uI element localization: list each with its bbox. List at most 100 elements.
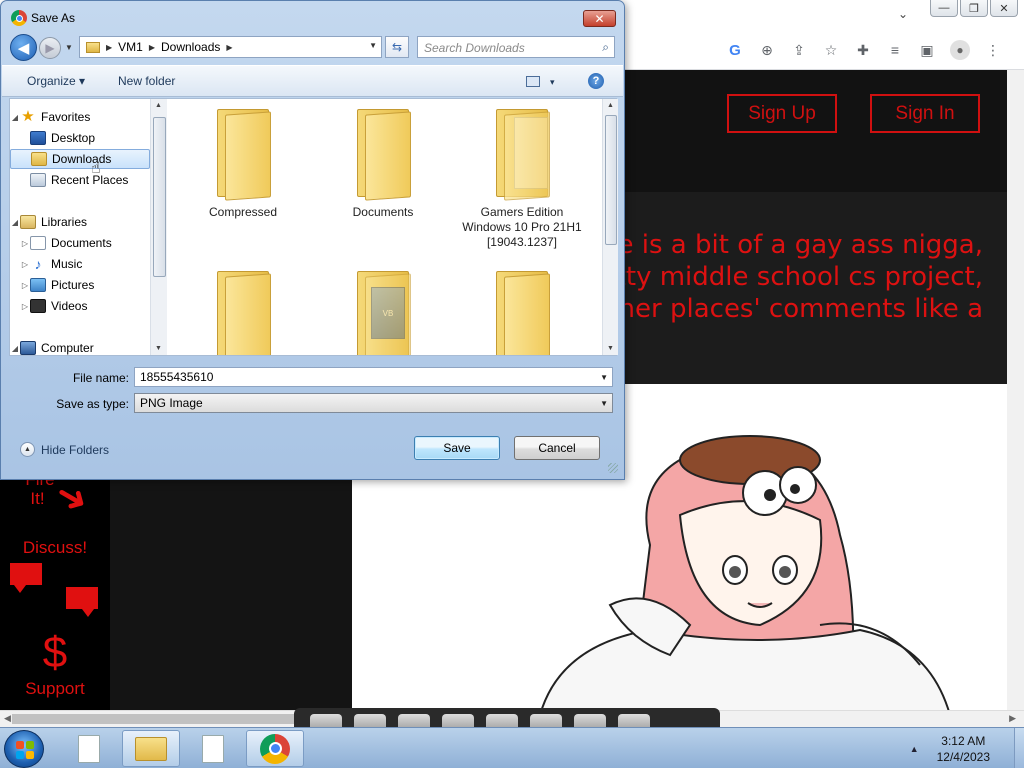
libraries-icon (20, 215, 36, 229)
restore-button[interactable]: ❐ (960, 0, 988, 17)
desktop-icon (30, 131, 46, 145)
nav-documents[interactable]: ▷ Documents (10, 233, 150, 253)
dialog-title: Save As (31, 11, 76, 25)
breadcrumb-separator-icon[interactable]: ▶ (106, 43, 112, 52)
address-dropdown-icon[interactable]: ▼ (369, 41, 377, 50)
extensions-icon[interactable]: ✚ (854, 41, 872, 59)
dialog-close-button[interactable]: ✕ (583, 10, 616, 27)
tray-expand-icon[interactable]: ▲ (910, 744, 919, 754)
save-button[interactable]: Save (414, 436, 500, 460)
folder-view-scrollbar[interactable]: ▲ ▼ (602, 99, 618, 355)
windows-logo-icon (16, 741, 34, 759)
organize-menu[interactable]: Organize ▾ (27, 74, 85, 88)
folder-item[interactable]: VB (318, 269, 448, 355)
show-desktop-button[interactable] (1014, 728, 1024, 768)
refresh-button[interactable]: ⇆ (385, 36, 409, 58)
nav-favorites[interactable]: ◢ ★ Favorites (10, 107, 150, 127)
back-arrow-icon[interactable]: ◀ (10, 34, 37, 61)
folder-item[interactable]: Gamers Edition Windows 10 Pro 21H1 [1904… (457, 107, 587, 250)
scroll-left-icon[interactable]: ◀ (4, 713, 11, 724)
scroll-up-icon[interactable]: ▲ (607, 102, 614, 109)
start-button[interactable] (4, 730, 44, 768)
discuss-label[interactable]: Discuss! (0, 538, 110, 558)
save-type-select[interactable]: PNG Image ▼ (134, 393, 613, 413)
breadcrumb-separator-icon[interactable]: ▶ (226, 43, 232, 52)
save-type-value: PNG Image (140, 396, 203, 410)
expand-icon[interactable]: ▷ (20, 281, 30, 290)
folder-item[interactable]: Compressed (178, 107, 308, 220)
expand-icon[interactable]: ▷ (20, 302, 30, 311)
search-input[interactable]: Search Downloads ⌕ (417, 36, 615, 58)
bookmark-star-icon[interactable]: ☆ (822, 41, 840, 59)
view-options-icon[interactable] (526, 76, 540, 87)
share-icon[interactable]: ⇪ (790, 41, 808, 59)
nav-music[interactable]: ▷ ♪ Music (10, 254, 150, 274)
taskbar-explorer[interactable] (122, 730, 180, 767)
view-dropdown-icon[interactable]: ▾ (550, 77, 555, 88)
command-bar: Organize ▾ New folder ▾ ? (2, 65, 623, 97)
menu-icon[interactable]: ⋮ (984, 41, 1002, 59)
zoom-icon[interactable]: ⊕ (758, 41, 776, 59)
breadcrumb-item[interactable]: VM1 (118, 40, 143, 54)
address-bar[interactable]: ▶ VM1 ▶ Downloads ▶ ▼ (79, 36, 382, 58)
new-folder-button[interactable]: New folder (118, 74, 175, 88)
scroll-up-icon[interactable]: ▲ (155, 102, 162, 109)
chat-bubble-icon (10, 563, 42, 593)
folder-item[interactable] (457, 269, 587, 355)
help-icon[interactable]: ? (588, 73, 604, 89)
nav-label: Downloads (52, 152, 112, 166)
expand-icon[interactable]: ▷ (20, 239, 30, 248)
collapse-icon[interactable]: ◢ (10, 344, 20, 353)
sidepanel-icon[interactable]: ▣ (918, 41, 936, 59)
cancel-button[interactable]: Cancel (514, 436, 600, 460)
google-icon[interactable]: G (726, 41, 744, 59)
scroll-thumb[interactable] (605, 115, 617, 245)
nav-pictures[interactable]: ▷ Pictures (10, 275, 150, 295)
forward-arrow-icon[interactable]: ▶ (39, 37, 61, 59)
file-name-input[interactable]: 18555435610 ▼ (134, 367, 613, 387)
signup-button[interactable]: Sign Up (727, 94, 837, 133)
nav-recent-places[interactable]: Recent Places (10, 170, 150, 190)
save-type-label: Save as type: (56, 397, 129, 411)
clock[interactable]: 3:12 AM 12/4/2023 (937, 733, 990, 765)
scroll-down-icon[interactable]: ▼ (607, 345, 614, 352)
support-label[interactable]: Support (0, 679, 110, 699)
folder-item[interactable] (178, 269, 308, 355)
breadcrumb-item[interactable]: Downloads (161, 40, 220, 54)
nav-libraries[interactable]: ◢ Libraries (10, 212, 150, 232)
nav-desktop[interactable]: Desktop (10, 128, 150, 148)
scroll-down-icon[interactable]: ▼ (155, 345, 162, 352)
pictures-icon (30, 278, 46, 292)
tab-search-dropdown[interactable]: ⌄ (898, 7, 908, 21)
media-icon[interactable]: ≡ (886, 41, 904, 59)
collapse-icon[interactable]: ◢ (10, 218, 20, 227)
scroll-thumb[interactable] (153, 117, 166, 277)
page-vertical-scrollbar[interactable] (1007, 70, 1024, 710)
recent-pages-dropdown-icon[interactable]: ▼ (65, 43, 73, 52)
nav-pane-scrollbar[interactable]: ▲ ▼ (150, 99, 167, 355)
minimize-button[interactable]: — (930, 0, 958, 17)
taskbar-notepad[interactable] (60, 730, 118, 767)
hide-folders-toggle[interactable]: ▲ Hide Folders (20, 442, 109, 457)
save-type-dropdown-icon[interactable]: ▼ (600, 399, 608, 408)
file-name-dropdown-icon[interactable]: ▼ (600, 373, 608, 382)
folder-label: Documents (352, 205, 414, 219)
nav-downloads[interactable]: Downloads (10, 149, 150, 169)
nav-label: Desktop (51, 131, 96, 145)
scroll-right-icon[interactable]: ▶ (1009, 713, 1016, 724)
profile-icon[interactable]: ● (950, 40, 970, 60)
nav-label: Libraries (41, 215, 88, 229)
taskbar-file[interactable] (184, 730, 242, 767)
folder-item[interactable]: Documents (318, 107, 448, 220)
resize-grip[interactable] (608, 463, 618, 473)
collapse-icon[interactable]: ◢ (10, 113, 20, 122)
folder-icon (215, 269, 271, 355)
nav-label: Pictures (51, 278, 95, 292)
breadcrumb-separator-icon[interactable]: ▶ (149, 43, 155, 52)
taskbar-chrome[interactable] (246, 730, 304, 767)
signin-button[interactable]: Sign In (870, 94, 980, 133)
expand-icon[interactable]: ▷ (20, 260, 30, 269)
nav-videos[interactable]: ▷ Videos (10, 296, 150, 316)
close-button[interactable]: ✕ (990, 0, 1018, 17)
nav-computer[interactable]: ◢ Computer (10, 338, 150, 355)
